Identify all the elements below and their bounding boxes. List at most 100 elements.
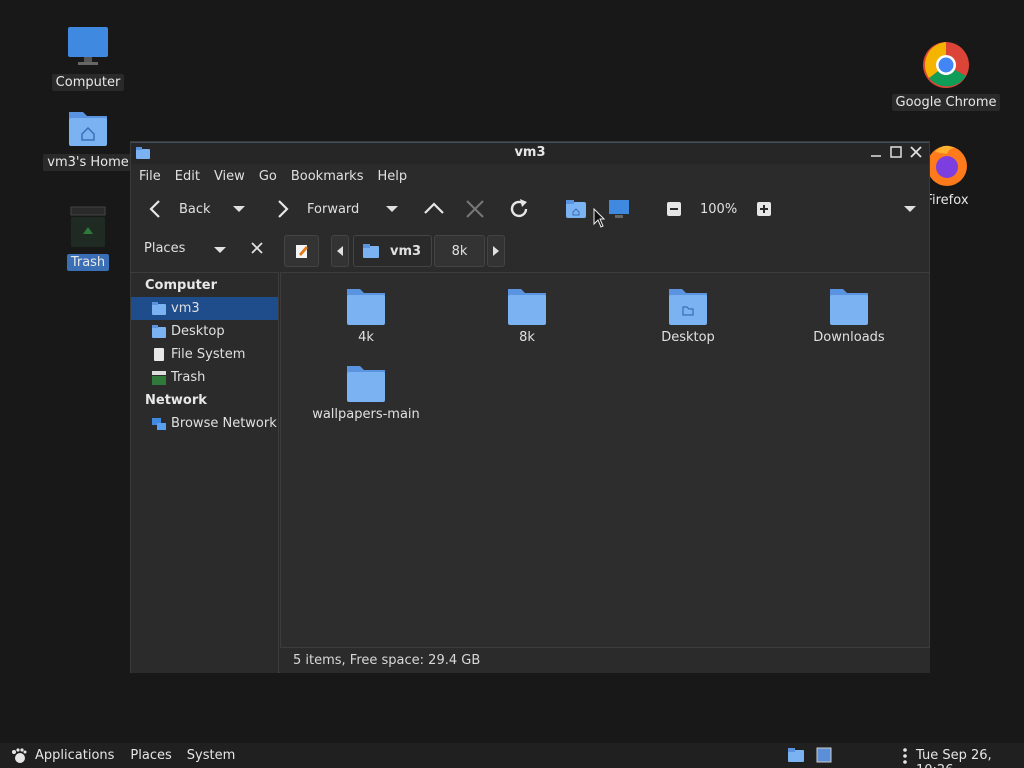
file-name: Desktop xyxy=(661,330,715,345)
file-name: Downloads xyxy=(813,330,885,345)
firefox-icon xyxy=(927,145,967,186)
stop-button[interactable] xyxy=(465,188,485,230)
caret-down-icon xyxy=(386,206,398,212)
file-item-wallpapers-main[interactable]: wallpapers-main xyxy=(311,362,421,422)
file-manager-window: vm3 File Edit View Go Bookmarks Help Bac… xyxy=(130,141,930,673)
sidebar-item-file-system[interactable]: File System xyxy=(131,343,278,366)
chrome-icon xyxy=(923,42,969,88)
location-bar: Places vm3 8k xyxy=(131,230,929,270)
drive-icon xyxy=(154,347,164,361)
home-folder-icon xyxy=(363,244,379,258)
file-name: 4k xyxy=(358,330,374,345)
desktop-folder-icon xyxy=(669,289,707,325)
caret-down-icon xyxy=(904,206,916,212)
bottom-panel: Applications Places System Tue Sep 26, 1… xyxy=(0,743,1024,768)
zoom-level: 100% xyxy=(700,201,738,217)
desktop-icon-chrome[interactable]: Google Chrome xyxy=(891,40,1001,111)
file-item-8k[interactable]: 8k xyxy=(472,285,582,345)
desktop-folder-icon xyxy=(152,324,166,338)
side-pane-dropdown[interactable] xyxy=(213,244,227,259)
file-item-downloads[interactable]: Downloads xyxy=(794,285,904,345)
desktop-icon-label: Trash xyxy=(66,254,110,271)
sidebar-heading-network: Network xyxy=(145,393,207,408)
menu-file[interactable]: File xyxy=(139,169,161,184)
trash-icon xyxy=(152,370,166,385)
panel-applications-menu[interactable]: Applications xyxy=(35,748,114,763)
path-scroll-right-button[interactable] xyxy=(487,235,505,267)
toolbar-overflow-button[interactable] xyxy=(903,188,917,230)
network-icon xyxy=(152,417,166,430)
caret-down-icon xyxy=(233,206,245,212)
computer-button[interactable] xyxy=(608,188,630,230)
back-history-button[interactable] xyxy=(232,188,246,230)
file-item-desktop[interactable]: Desktop xyxy=(633,285,743,345)
minimize-button[interactable] xyxy=(869,144,883,160)
path-button-8k[interactable]: 8k xyxy=(434,235,485,267)
folder-icon xyxy=(347,289,385,325)
reload-button[interactable] xyxy=(507,188,531,230)
computer-icon xyxy=(68,27,108,65)
gnome-foot-icon xyxy=(12,747,27,763)
chevron-up-icon xyxy=(424,202,444,214)
desktop-icon-label: vm3's Home xyxy=(43,154,133,171)
close-icon xyxy=(910,146,922,158)
menu-bookmarks[interactable]: Bookmarks xyxy=(291,169,364,184)
reload-icon xyxy=(510,199,528,218)
chevron-left-icon xyxy=(149,200,160,218)
caret-right-icon xyxy=(493,246,499,256)
sidebar-item-label: Desktop xyxy=(171,324,225,339)
panel-places-menu[interactable]: Places xyxy=(130,748,171,763)
title-bar[interactable]: vm3 xyxy=(131,142,929,164)
side-pane-label: Places xyxy=(144,241,186,256)
maximize-icon xyxy=(890,146,902,158)
panel-system-menu[interactable]: System xyxy=(187,748,235,763)
menu-go[interactable]: Go xyxy=(259,169,277,184)
folder-icon xyxy=(508,289,546,325)
up-button[interactable] xyxy=(422,188,446,230)
show-desktop-icon[interactable] xyxy=(816,747,832,763)
sidebar-item-browse-network[interactable]: Browse Network xyxy=(131,412,278,435)
panel-clock[interactable]: Tue Sep 26, 10:26 xyxy=(916,748,1024,768)
zoom-out-button[interactable] xyxy=(666,188,682,230)
file-name: wallpapers-main xyxy=(312,407,420,422)
menu-dots-icon[interactable] xyxy=(902,747,908,765)
sidebar-item-trash[interactable]: Trash xyxy=(131,366,278,389)
places-sidebar: Computer vm3 Desktop File System Trash N… xyxy=(131,272,279,673)
status-bar: 5 items, Free space: 29.4 GB xyxy=(280,648,930,673)
close-side-pane-button[interactable] xyxy=(251,242,263,258)
caret-down-icon xyxy=(214,247,226,253)
desktop-icon-computer[interactable]: Computer xyxy=(43,24,133,91)
zoom-in-icon xyxy=(757,202,771,216)
menu-edit[interactable]: Edit xyxy=(175,169,200,184)
sidebar-item-label: File System xyxy=(171,347,246,362)
forward-history-button[interactable] xyxy=(385,188,399,230)
sidebar-item-vm3[interactable]: vm3 xyxy=(131,297,278,320)
zoom-in-button[interactable] xyxy=(756,188,772,230)
back-button[interactable]: Back xyxy=(145,188,211,230)
forward-button[interactable]: Forward xyxy=(273,188,359,230)
home-button[interactable] xyxy=(565,188,587,230)
minimize-icon xyxy=(871,155,881,157)
path-label: vm3 xyxy=(390,243,422,259)
forward-label: Forward xyxy=(307,201,360,217)
toggle-location-entry-button[interactable] xyxy=(284,235,319,267)
sidebar-item-desktop[interactable]: Desktop xyxy=(131,320,278,343)
sidebar-item-label: Trash xyxy=(171,370,206,385)
close-button[interactable] xyxy=(909,144,923,160)
back-label: Back xyxy=(179,201,211,217)
path-button-vm3[interactable]: vm3 xyxy=(353,235,432,267)
menu-help[interactable]: Help xyxy=(377,169,407,184)
close-icon xyxy=(251,242,263,254)
home-folder-icon[interactable] xyxy=(787,747,805,763)
menu-bar: File Edit View Go Bookmarks Help xyxy=(131,164,929,188)
desktop-icon-label: Google Chrome xyxy=(891,94,1001,111)
file-view[interactable]: 4k 8k Desktop Downloads wallpapers-main xyxy=(280,272,930,648)
file-name: 8k xyxy=(519,330,535,345)
menu-view[interactable]: View xyxy=(214,169,245,184)
file-item-4k[interactable]: 4k xyxy=(311,285,421,345)
maximize-button[interactable] xyxy=(889,144,903,160)
path-scroll-left-button[interactable] xyxy=(331,235,349,267)
mouse-cursor-icon xyxy=(593,208,605,228)
desktop-icon-trash[interactable]: Trash xyxy=(43,204,133,271)
desktop-icon-home[interactable]: vm3's Home xyxy=(43,104,133,171)
